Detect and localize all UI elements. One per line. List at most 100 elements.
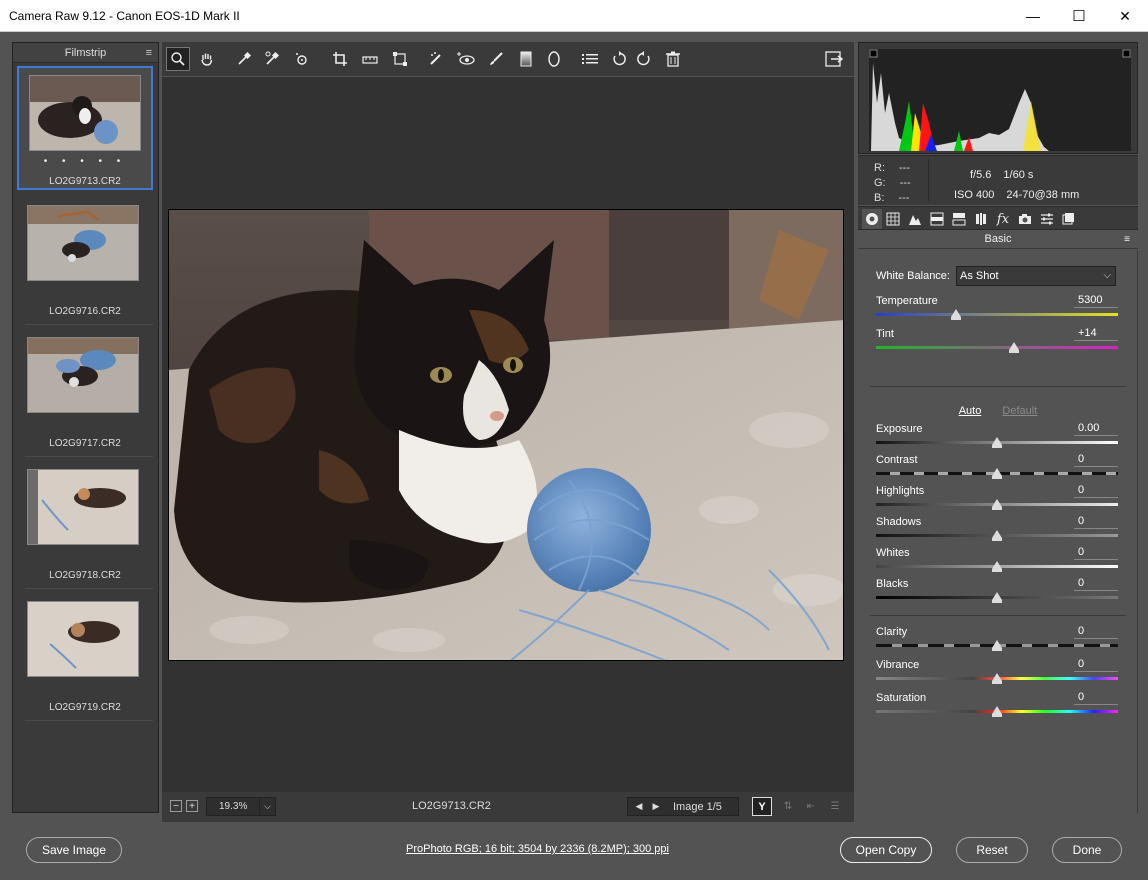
slider-thumb[interactable] <box>992 437 1002 448</box>
slider-thumb[interactable] <box>1008 342 1019 353</box>
open-copy-button[interactable]: Open Copy <box>840 837 932 863</box>
image-preview-canvas[interactable] <box>162 77 854 792</box>
shadows-slider[interactable]: Shadows 0 <box>876 515 1118 548</box>
b-label: B: <box>874 192 885 204</box>
clarity-slider[interactable]: Clarity 0 <box>876 625 1118 658</box>
minimize-button[interactable]: — <box>1010 0 1056 32</box>
thumbnail-image <box>27 337 139 413</box>
open-in-photoshop-icon[interactable] <box>822 47 846 71</box>
histogram <box>858 42 1138 154</box>
presets-list-icon[interactable] <box>578 47 602 71</box>
whites-value[interactable]: 0 <box>1074 546 1118 560</box>
section-divider <box>870 386 1126 387</box>
filmstrip-item[interactable]: LO2G9719.CR2 <box>17 594 153 721</box>
effects-icon[interactable]: fx <box>993 209 1013 229</box>
photo-preview[interactable] <box>168 209 844 661</box>
crop-icon[interactable] <box>328 47 352 71</box>
slider-thumb[interactable] <box>992 592 1002 603</box>
exposure-slider[interactable]: Exposure 0.00 <box>876 422 1118 455</box>
temperature-value[interactable]: 5300 <box>1074 294 1118 308</box>
color-sampler-icon[interactable] <box>260 47 284 71</box>
slider-thumb[interactable] <box>950 309 961 320</box>
spot-removal-icon[interactable] <box>424 47 448 71</box>
filmstrip-item[interactable]: LO2G9717.CR2 <box>17 330 153 457</box>
snapshots-icon[interactable] <box>1059 209 1079 229</box>
zoom-icon[interactable] <box>166 47 190 71</box>
rotate-cw-icon[interactable] <box>632 47 656 71</box>
thumbnail-label: LO2G9718.CR2 <box>49 570 121 581</box>
before-after-toggle[interactable]: Y <box>752 797 772 816</box>
slider-thumb[interactable] <box>992 640 1002 651</box>
vibrance-value[interactable]: 0 <box>1074 658 1118 672</box>
filmstrip-menu-icon[interactable]: ≡ <box>146 47 152 59</box>
contrast-slider[interactable]: Contrast 0 <box>876 453 1118 486</box>
rating-dots[interactable]: • • • • • <box>19 156 151 167</box>
white-balance-select[interactable]: As Shot ⌵ <box>956 266 1116 286</box>
white-balance-icon[interactable] <box>232 47 256 71</box>
tint-label: Tint <box>876 328 894 340</box>
save-image-button[interactable]: Save Image <box>26 837 122 863</box>
slider-thumb[interactable] <box>992 468 1002 479</box>
tint-slider[interactable]: Tint +14 <box>876 327 1118 360</box>
shadows-value[interactable]: 0 <box>1074 515 1118 529</box>
swap-before-after-icon[interactable]: ⇅ <box>779 798 797 814</box>
maximize-button[interactable]: ☐ <box>1056 0 1102 32</box>
slider-thumb[interactable] <box>992 673 1002 684</box>
slider-thumb[interactable] <box>992 706 1002 717</box>
saturation-value[interactable]: 0 <box>1074 691 1118 705</box>
transform-icon[interactable] <box>388 47 412 71</box>
blacks-slider[interactable]: Blacks 0 <box>876 577 1118 610</box>
highlights-value[interactable]: 0 <box>1074 484 1118 498</box>
zoom-in-button[interactable]: + <box>186 800 198 812</box>
highlights-slider[interactable]: Highlights 0 <box>876 484 1118 517</box>
zoom-level-select[interactable]: 19.3% ⌵ <box>206 797 276 816</box>
auto-link[interactable]: Auto <box>959 405 982 417</box>
preview-preferences-icon[interactable]: ☰ <box>826 798 844 814</box>
tone-curve-icon[interactable] <box>883 209 903 229</box>
radial-filter-icon[interactable] <box>542 47 566 71</box>
zoom-out-button[interactable]: − <box>170 800 182 812</box>
split-toning-icon[interactable] <box>949 209 969 229</box>
slider-thumb[interactable] <box>992 499 1002 510</box>
graduated-filter-icon[interactable] <box>514 47 538 71</box>
next-image-icon[interactable]: ▶ <box>650 801 662 812</box>
slider-thumb[interactable] <box>992 561 1002 572</box>
red-eye-icon[interactable] <box>454 47 478 71</box>
close-button[interactable]: ✕ <box>1102 0 1148 32</box>
saturation-slider[interactable]: Saturation 0 <box>876 691 1118 724</box>
clarity-value[interactable]: 0 <box>1074 625 1118 639</box>
presets-icon[interactable] <box>1037 209 1057 229</box>
copy-after-to-before-icon[interactable]: ⇤ <box>802 798 820 814</box>
default-link[interactable]: Default <box>1002 405 1037 417</box>
filmstrip-item[interactable]: LO2G9718.CR2 <box>17 462 153 589</box>
filmstrip-item[interactable]: • • • • • LO2G9713.CR2 <box>17 66 153 190</box>
tint-value[interactable]: +14 <box>1074 327 1118 341</box>
lens-corrections-icon[interactable] <box>971 209 991 229</box>
exposure-value[interactable]: 0.00 <box>1074 422 1118 436</box>
hsl-icon[interactable] <box>927 209 947 229</box>
filmstrip-item[interactable]: LO2G9716.CR2 <box>17 198 153 325</box>
chevron-down-icon: ⌵ <box>1103 270 1111 281</box>
reset-button[interactable]: Reset <box>956 837 1028 863</box>
panel-menu-icon[interactable]: ≡ <box>1124 234 1130 245</box>
vibrance-slider[interactable]: Vibrance 0 <box>876 658 1118 691</box>
whites-slider[interactable]: Whites 0 <box>876 546 1118 579</box>
temperature-slider[interactable]: Temperature 5300 <box>876 294 1118 327</box>
straighten-icon[interactable] <box>358 47 382 71</box>
detail-icon[interactable] <box>905 209 925 229</box>
workflow-options-link[interactable]: ProPhoto RGB; 16 bit; 3504 by 2336 (8.2M… <box>406 843 669 855</box>
slider-track[interactable] <box>876 346 1118 349</box>
contrast-value[interactable]: 0 <box>1074 453 1118 467</box>
camera-calibration-icon[interactable] <box>1015 209 1035 229</box>
basic-icon[interactable] <box>862 209 882 229</box>
rotate-ccw-icon[interactable] <box>607 47 631 71</box>
trash-icon[interactable] <box>661 47 685 71</box>
done-button[interactable]: Done <box>1052 837 1122 863</box>
targeted-adjustment-icon[interactable] <box>290 47 314 71</box>
adjustment-brush-icon[interactable] <box>484 47 508 71</box>
slider-track[interactable] <box>876 313 1118 316</box>
blacks-value[interactable]: 0 <box>1074 577 1118 591</box>
hand-icon[interactable] <box>195 47 219 71</box>
slider-thumb[interactable] <box>992 530 1002 541</box>
previous-image-icon[interactable]: ◀ <box>633 801 645 812</box>
